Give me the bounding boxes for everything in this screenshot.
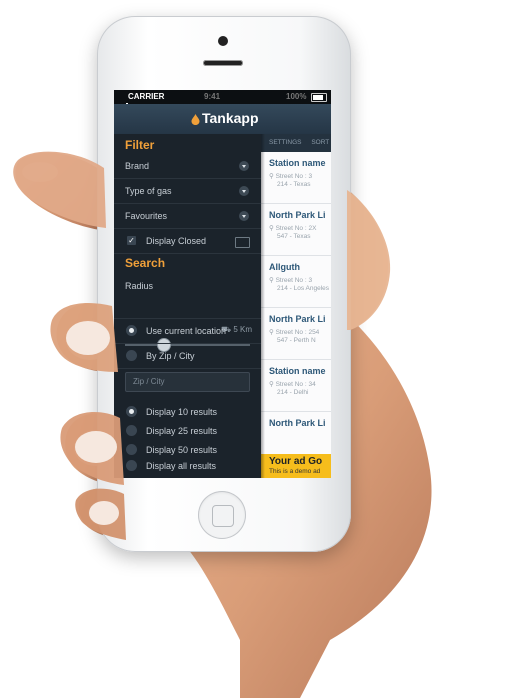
fingers-overlay [13, 151, 391, 540]
scene: CARRIER 9:41 100% Tankapp Filter Brand T… [0, 0, 506, 698]
